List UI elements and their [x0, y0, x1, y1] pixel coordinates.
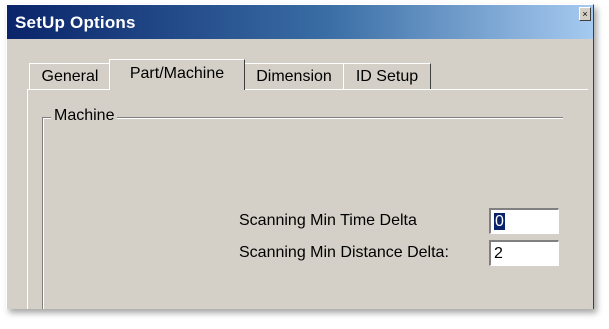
tab-dimension[interactable]: Dimension — [243, 63, 345, 89]
tab-id-setup[interactable]: ID Setup — [343, 63, 431, 89]
setup-options-dialog: SetUp Options × General Dimension ID Set… — [6, 4, 594, 309]
machine-group-label: Machine — [51, 107, 118, 125]
tab-general[interactable]: General — [29, 63, 111, 89]
scanning-min-time-delta-input[interactable]: 0 — [489, 208, 559, 234]
scanning-min-time-delta-label: Scanning Min Time Delta — [239, 212, 417, 229]
tab-panel-part-machine: Machine Scanning Min Time Delta 0 Scanni… — [27, 89, 588, 309]
scanning-min-time-delta-value: 0 — [494, 213, 505, 230]
machine-groupbox: Machine Scanning Min Time Delta 0 Scanni… — [42, 107, 563, 309]
scanning-min-distance-delta-input[interactable]: 2 — [489, 240, 559, 266]
close-icon[interactable]: × — [579, 7, 591, 21]
title-bar[interactable]: SetUp Options × — [7, 5, 593, 39]
window-title: SetUp Options — [15, 13, 136, 32]
tab-part-machine[interactable]: Part/Machine — [109, 59, 245, 90]
scanning-min-distance-delta-value: 2 — [494, 245, 503, 262]
scanning-min-distance-delta-label: Scanning Min Distance Delta: — [239, 244, 449, 261]
